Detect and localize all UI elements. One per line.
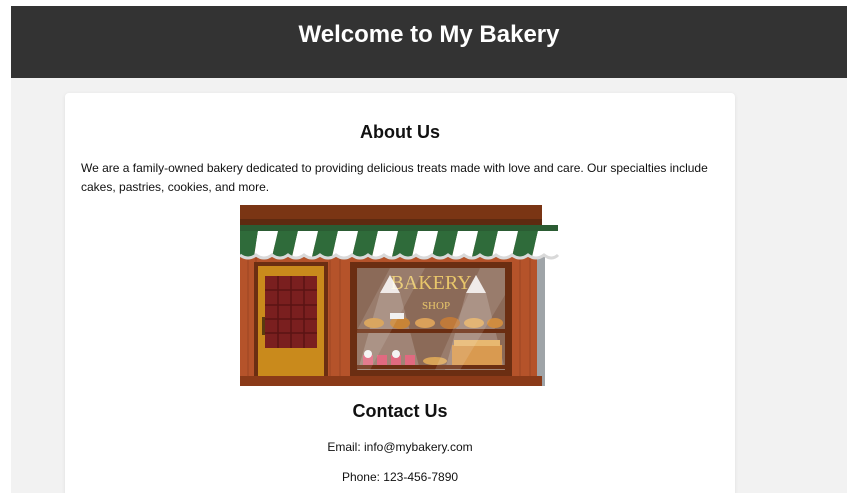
contact-heading: Contact Us [352, 401, 448, 421]
shop-sign-sub: SHOP [422, 300, 450, 312]
content-card: About Us We are a family-owned bakery de… [65, 93, 735, 493]
page-viewport: Welcome to My Bakery About Us We are a f… [11, 6, 847, 493]
site-header: Welcome to My Bakery [11, 6, 847, 78]
contact-email: Email: info@mybakery.com [327, 440, 473, 454]
about-text: We are a family-owned bakery dedicated t… [81, 161, 708, 194]
about-heading: About Us [360, 122, 440, 142]
site-title: Welcome to My Bakery [298, 21, 560, 48]
contact-phone: Phone: 123-456-7890 [341, 470, 459, 484]
bakery-shop-image: BAKERY SHOP [240, 205, 560, 386]
